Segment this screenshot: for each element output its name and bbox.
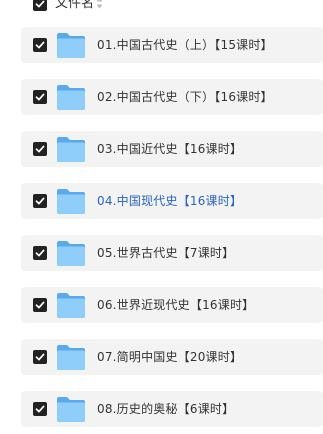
folder-icon [57, 345, 85, 370]
checkmark-icon [35, 197, 45, 205]
row-checkbox[interactable] [33, 90, 47, 104]
row-checkbox[interactable] [33, 246, 47, 260]
file-name[interactable]: 03.中国近代史【16课时】 [97, 140, 242, 158]
file-row[interactable]: 07.简明中国史【20课时】 [21, 339, 323, 375]
file-name[interactable]: 08.历史的奥秘【6课时】 [97, 400, 234, 418]
file-name[interactable]: 04.中国现代史【16课时】 [97, 192, 242, 210]
row-checkbox[interactable] [33, 194, 47, 208]
row-checkbox[interactable] [33, 298, 47, 312]
file-row[interactable]: 08.历史的奥秘【6课时】 [21, 391, 323, 427]
folder-icon [57, 33, 85, 58]
folder-icon [57, 397, 85, 422]
checkmark-icon [35, 353, 45, 361]
checkmark-icon [35, 249, 45, 257]
folder-icon [57, 241, 85, 266]
file-name[interactable]: 02.中国古代史（下）【16课时】 [97, 88, 273, 106]
file-name[interactable]: 07.简明中国史【20课时】 [97, 348, 242, 366]
file-name[interactable]: 06.世界近现代史【16课时】 [97, 296, 254, 314]
checkmark-icon [35, 301, 45, 309]
folder-icon [57, 137, 85, 162]
folder-icon [57, 85, 85, 110]
checkmark-icon [35, 93, 45, 101]
folder-icon [57, 293, 85, 318]
row-checkbox[interactable] [33, 142, 47, 156]
folder-icon [57, 189, 85, 214]
row-checkbox[interactable] [33, 38, 47, 52]
checkmark-icon [35, 145, 45, 153]
file-row[interactable]: 02.中国古代史（下）【16课时】 [21, 79, 323, 115]
file-row[interactable]: 03.中国近代史【16课时】 [21, 131, 323, 167]
file-row[interactable]: 05.世界古代史【7课时】 [21, 235, 323, 271]
file-list: 01.中国古代史（上）【15课时】 02.中国古代史（下）【16课时】 03.中… [0, 0, 323, 434]
row-checkbox[interactable] [33, 402, 47, 416]
checkmark-icon [35, 41, 45, 49]
checkmark-icon [35, 405, 45, 413]
file-row[interactable]: 06.世界近现代史【16课时】 [21, 287, 323, 323]
file-name[interactable]: 05.世界古代史【7课时】 [97, 244, 234, 262]
file-row[interactable]: 01.中国古代史（上）【15课时】 [21, 27, 323, 63]
row-checkbox[interactable] [33, 350, 47, 364]
file-name[interactable]: 01.中国古代史（上）【15课时】 [97, 36, 273, 54]
file-row-hovered[interactable]: 04.中国现代史【16课时】 [21, 183, 323, 219]
